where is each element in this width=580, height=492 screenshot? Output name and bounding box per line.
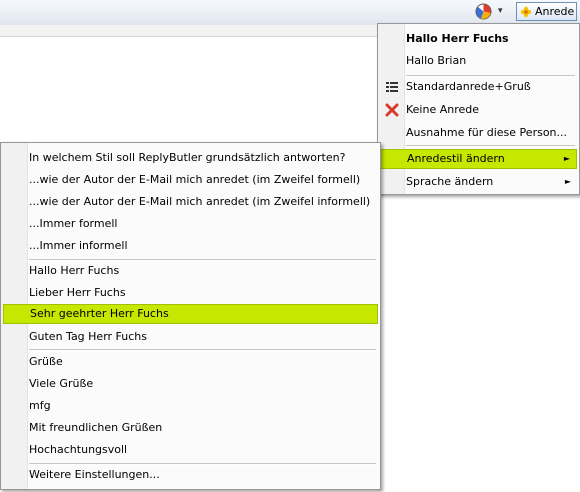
menu-item-hallo-herr-fuchs[interactable]: Hallo Herr Fuchs: [3, 261, 378, 281]
menu-item-label: Guten Tag Herr Fuchs: [29, 330, 147, 343]
red-x-icon: [385, 103, 399, 117]
menu-item-label: ...wie der Autor der E-Mail mich anredet…: [29, 195, 371, 208]
menu-item-label: ...Immer formell: [29, 217, 118, 230]
anrede-menu: Hallo Herr Fuchs Hallo Brian Standardanr…: [377, 23, 580, 195]
menu-item-label: Hallo Herr Fuchs: [406, 32, 509, 45]
menu-item-mit-freundlichen-gruessen[interactable]: Mit freundlichen Grüßen: [3, 418, 378, 438]
anrede-button-label: Anrede: [535, 5, 575, 18]
menu-item-guten-tag-herr-fuchs[interactable]: Guten Tag Herr Fuchs: [3, 327, 378, 347]
menu-item-gruesse[interactable]: Grüße: [3, 352, 378, 372]
menu-item-mfg[interactable]: mfg: [3, 396, 378, 416]
menu-item-lieber-herr-fuchs[interactable]: Lieber Herr Fuchs: [3, 283, 378, 303]
flower-icon: [520, 6, 532, 17]
menu-item-label: ...wie der Autor der E-Mail mich anredet…: [29, 173, 361, 186]
menu-separator: [406, 145, 575, 147]
submenu-arrow-icon: ►: [564, 177, 571, 186]
menu-item-anredestil-aendern[interactable]: Anredestil ändern ►: [380, 149, 577, 169]
pie-chart-icon[interactable]: [475, 3, 492, 20]
menu-item-stil-frage: In welchem Stil soll ReplyButler grundsä…: [3, 148, 378, 168]
menu-item-label: mfg: [29, 399, 51, 412]
menu-item-label: Standardanrede+Gruß: [406, 80, 531, 93]
menu-item-wie-autor-formell[interactable]: ...wie der Autor der E-Mail mich anredet…: [3, 170, 378, 190]
menu-item-label: Weitere Einstellungen...: [29, 468, 160, 481]
menu-item-label: Sprache ändern: [406, 175, 494, 188]
menu-item-label: Hallo Herr Fuchs: [29, 264, 120, 277]
menu-item-label: Keine Anrede: [406, 103, 480, 116]
menu-item-label: Anredestil ändern: [407, 152, 505, 165]
menu-item-label: Lieber Herr Fuchs: [29, 286, 126, 299]
menu-item-label: Hallo Brian: [406, 54, 467, 67]
submenu-arrow-icon: ►: [563, 154, 570, 163]
anrede-button[interactable]: Anrede: [516, 2, 577, 21]
menu-item-sprache-aendern[interactable]: Sprache ändern ►: [380, 172, 577, 192]
menu-item-immer-formell[interactable]: ...Immer formell: [3, 214, 378, 234]
menu-item-immer-informell[interactable]: ...Immer informell: [3, 236, 378, 256]
chevron-down-icon[interactable]: ▾: [498, 6, 503, 16]
menu-item-hochachtungsvoll[interactable]: Hochachtungsvoll: [3, 440, 378, 460]
menu-item-label: Mit freundlichen Grüßen: [29, 421, 163, 434]
menu-item-label: ...Immer informell: [29, 239, 128, 252]
anredestil-submenu: In welchem Stil soll ReplyButler grundsä…: [0, 142, 381, 490]
menu-item-label: Ausnahme für diese Person...: [406, 126, 568, 139]
menu-item-standardanrede[interactable]: Standardanrede+Gruß: [380, 77, 577, 97]
list-icon: [386, 82, 398, 92]
menu-item-label: Viele Grüße: [29, 377, 94, 390]
menu-item-wie-autor-informell[interactable]: ...wie der Autor der E-Mail mich anredet…: [3, 192, 378, 212]
menu-item-sehr-geehrter-herr-fuchs[interactable]: Sehr geehrter Herr Fuchs: [3, 304, 378, 324]
menu-item-keine-anrede[interactable]: Keine Anrede: [380, 100, 577, 120]
menu-item-label: Hochachtungsvoll: [29, 443, 128, 456]
menu-item-hallo-herr-fuchs[interactable]: Hallo Herr Fuchs: [380, 29, 577, 49]
menu-item-label: Sehr geehrter Herr Fuchs: [30, 307, 169, 320]
menu-item-hallo-brian[interactable]: Hallo Brian: [380, 51, 577, 71]
menu-item-label: Grüße: [29, 355, 63, 368]
menu-item-ausnahme[interactable]: Ausnahme für diese Person...: [380, 123, 577, 143]
menu-item-viele-gruesse[interactable]: Viele Grüße: [3, 374, 378, 394]
menu-separator: [29, 349, 376, 351]
menu-item-label: In welchem Stil soll ReplyButler grundsä…: [29, 151, 346, 164]
menu-item-weitere-einstellungen[interactable]: Weitere Einstellungen...: [3, 465, 378, 485]
